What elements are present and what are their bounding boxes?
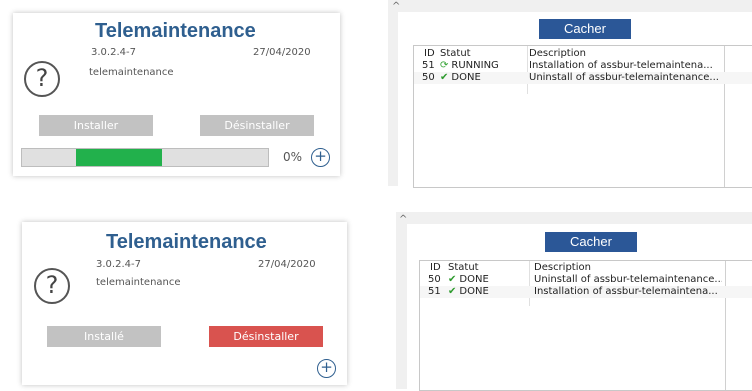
table-row[interactable]: 51 ✔ DONE Installation of assbur-telemain… — [420, 286, 752, 298]
package-card-top: Telemaintenance 3.0.2.4-7 27/04/2020 ? t… — [13, 13, 340, 176]
progress-fill — [76, 149, 162, 166]
table-row[interactable]: 51 ⟳ RUNNING Installation of assbur-telem… — [414, 60, 752, 72]
row-description: Installation of assbur-telemaintena... — [534, 286, 718, 297]
row-status-text: DONE — [451, 72, 481, 83]
header-id[interactable]: ID — [430, 262, 441, 274]
package-name: telemaintenance — [89, 67, 174, 78]
row-id: 50 — [422, 72, 435, 83]
add-icon[interactable]: + — [311, 148, 330, 167]
package-title: Telemaintenance — [106, 231, 267, 253]
package-version: 3.0.2.4-7 — [96, 259, 141, 270]
add-icon[interactable]: + — [317, 359, 336, 378]
package-card-bottom: Telemaintenance 3.0.2.4-7 27/04/2020 ? t… — [22, 222, 347, 385]
row-id: 50 — [428, 274, 441, 285]
row-status: ✔ DONE — [440, 72, 481, 84]
check-icon: ✔ — [440, 72, 449, 83]
header-status[interactable]: Statut — [448, 262, 479, 274]
install-button[interactable]: Installer — [39, 115, 153, 136]
package-date: 27/04/2020 — [258, 259, 316, 270]
hide-button[interactable]: Cacher — [545, 232, 637, 252]
table-row[interactable]: 50 ✔ DONE Uninstall of assbur-telemainten… — [420, 274, 752, 286]
row-id: 51 — [428, 286, 441, 297]
row-status-text: RUNNING — [451, 60, 499, 71]
row-id: 51 — [422, 60, 435, 71]
row-status: ✔ DONE — [448, 286, 489, 298]
table-header: ID Statut Description — [420, 262, 752, 274]
uninstall-button[interactable]: Désinstaller — [209, 326, 323, 347]
header-description[interactable]: Description — [534, 262, 591, 274]
row-status-text: DONE — [459, 286, 489, 297]
check-icon: ✔ — [448, 286, 457, 297]
collapse-caret-icon[interactable]: ^ — [392, 1, 400, 12]
header-id[interactable]: ID — [424, 48, 435, 60]
progress-bar — [21, 148, 269, 167]
running-icon: ⟳ — [440, 60, 449, 71]
check-icon: ✔ — [448, 274, 457, 285]
table-header: ID Statut Description — [414, 48, 752, 60]
row-status: ✔ DONE — [448, 274, 489, 286]
task-table: ID Statut Description 51 ⟳ RUNNING Instal… — [413, 45, 752, 188]
progress-percent: 0% — [283, 150, 303, 164]
hide-button[interactable]: Cacher — [539, 19, 631, 39]
table-row[interactable]: 50 ✔ DONE Uninstall of assbur-telemainten… — [414, 72, 752, 84]
header-description[interactable]: Description — [529, 48, 586, 60]
task-panel-top: Cacher ID Statut Description 51 ⟳ RUNNING… — [398, 12, 752, 188]
row-status: ⟳ RUNNING — [440, 60, 499, 72]
row-description: Uninstall of assbur-telemaintenance... — [529, 72, 719, 83]
task-panel-bottom: Cacher ID Statut Description 50 ✔ DONE Un… — [407, 224, 752, 391]
row-description: Uninstall of assbur-telemaintenance... — [534, 274, 722, 285]
package-date: 27/04/2020 — [253, 47, 311, 58]
header-status[interactable]: Statut — [440, 48, 471, 60]
installed-button: Installé — [47, 326, 161, 347]
package-name: telemaintenance — [96, 277, 181, 288]
row-status-text: DONE — [459, 274, 489, 285]
help-icon[interactable]: ? — [24, 61, 60, 97]
row-description: Installation of assbur-telemaintena... — [529, 60, 713, 71]
package-version: 3.0.2.4-7 — [91, 47, 136, 58]
uninstall-button[interactable]: Désinstaller — [200, 115, 314, 136]
task-table: ID Statut Description 50 ✔ DONE Uninstall… — [419, 260, 752, 391]
package-title: Telemaintenance — [95, 20, 256, 42]
help-icon[interactable]: ? — [34, 268, 70, 304]
